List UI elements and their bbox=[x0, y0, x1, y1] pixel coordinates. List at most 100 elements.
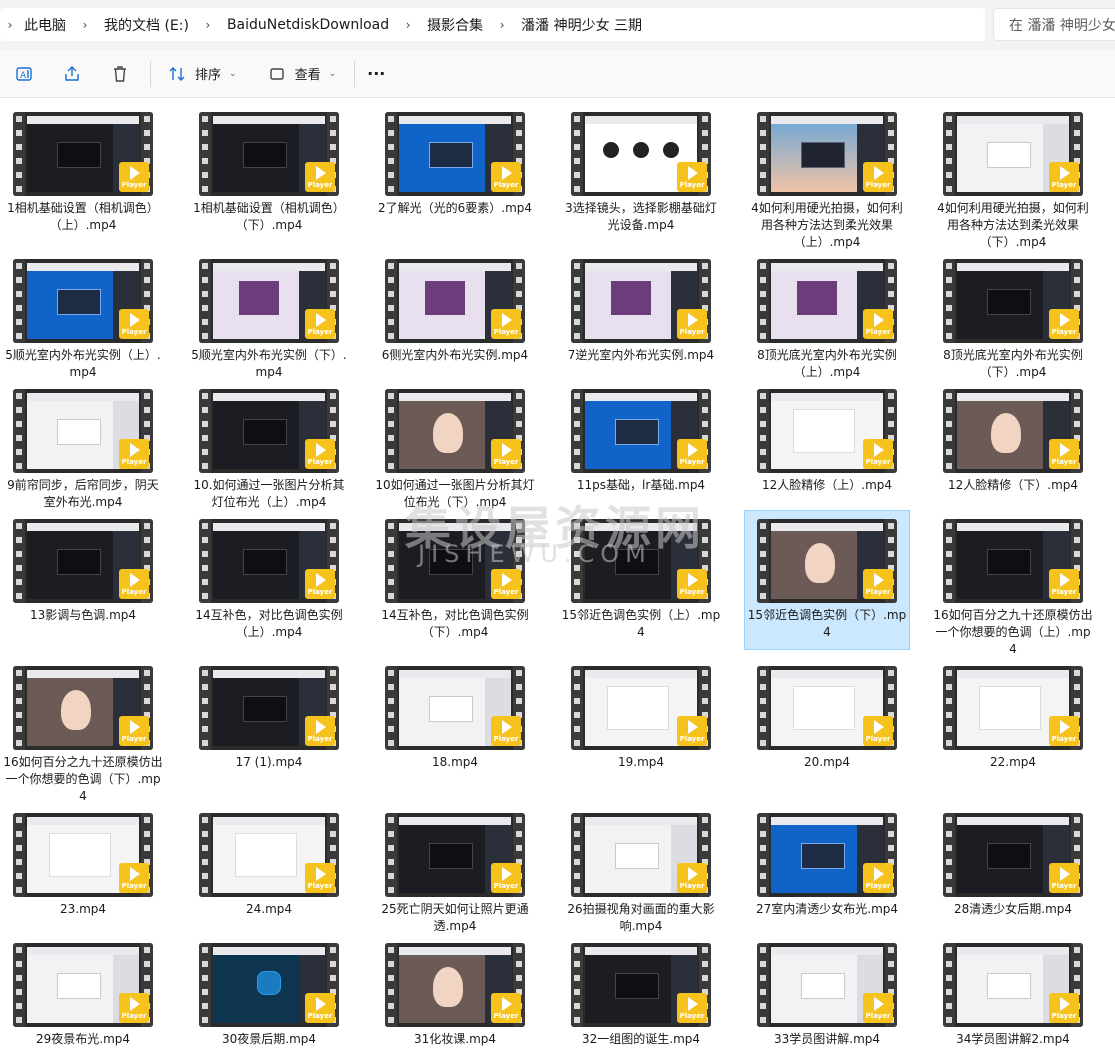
breadcrumb-current-folder[interactable]: 潘潘 神明少女 三期 bbox=[517, 15, 646, 35]
player-badge-label: Player bbox=[865, 327, 891, 336]
delete-icon[interactable] bbox=[108, 62, 132, 86]
file-item[interactable]: Player 1相机基础设置（相机调色）（上）.mp4 bbox=[0, 103, 166, 243]
player-badge-label: Player bbox=[121, 180, 147, 189]
file-item[interactable]: Player 32一组图的诞生.mp4 bbox=[558, 934, 724, 1063]
video-thumbnail: Player bbox=[757, 943, 897, 1027]
breadcrumb-drive[interactable]: 我的文档 (E:) bbox=[100, 15, 193, 35]
chevron-right-icon[interactable]: › bbox=[393, 18, 423, 32]
file-item[interactable]: Player 26拍摄视角对画面的重大影响.mp4 bbox=[558, 804, 724, 944]
file-item[interactable]: Player 1相机基础设置（相机调色）（下）.mp4 bbox=[186, 103, 352, 243]
file-item[interactable]: Player 20.mp4 bbox=[744, 657, 910, 797]
file-item[interactable]: Player 30夜景后期.mp4 bbox=[186, 934, 352, 1063]
film-strip-icon bbox=[757, 389, 769, 473]
file-item[interactable]: Player 19.mp4 bbox=[558, 657, 724, 797]
video-thumbnail: Player bbox=[571, 666, 711, 750]
file-item[interactable]: Player 4如何利用硬光拍摄，如何利用各种方法达到柔光效果（下）.mp4 bbox=[930, 103, 1096, 249]
file-item[interactable]: Player 9前帘同步，后帘同步，阴天室外布光.mp4 bbox=[0, 380, 166, 520]
chevron-right-icon[interactable]: › bbox=[0, 18, 20, 32]
file-item[interactable]: Player 27室内清透少女布光.mp4 bbox=[744, 804, 910, 944]
file-item[interactable]: Player 33学员图讲解.mp4 bbox=[744, 934, 910, 1063]
file-item[interactable]: Player 24.mp4 bbox=[186, 804, 352, 944]
play-icon bbox=[874, 312, 884, 327]
file-item[interactable]: Player 22.mp4 bbox=[930, 657, 1096, 797]
file-item[interactable]: Player 23.mp4 bbox=[0, 804, 166, 944]
video-thumbnail: Player bbox=[199, 943, 339, 1027]
chevron-right-icon[interactable]: › bbox=[70, 18, 100, 32]
video-thumbnail: Player bbox=[385, 112, 525, 196]
view-button[interactable]: 查看 ⌄ bbox=[265, 62, 336, 86]
file-item[interactable]: Player 31化妆课.mp4 bbox=[372, 934, 538, 1063]
play-icon bbox=[1060, 866, 1070, 881]
file-item[interactable]: Player 5顺光室内外布光实例（下）.mp4 bbox=[186, 250, 352, 390]
file-item[interactable]: Player 5顺光室内外布光实例（上）.mp4 bbox=[0, 250, 166, 390]
file-item[interactable]: Player 10如何通过一张图片分析其灯位布光（下）.mp4 bbox=[372, 380, 538, 520]
player-badge: Player bbox=[1049, 439, 1079, 469]
file-item[interactable]: Player 34学员图讲解2.mp4 bbox=[930, 934, 1096, 1063]
file-item[interactable]: Player 6侧光室内外布光实例.mp4 bbox=[372, 250, 538, 390]
file-item[interactable]: Player 8顶光底光室内外布光实例（上）.mp4 bbox=[744, 250, 910, 390]
more-options-button[interactable]: ··· bbox=[367, 64, 385, 83]
player-badge: Player bbox=[119, 162, 149, 192]
breadcrumb-this-pc[interactable]: 此电脑 bbox=[20, 15, 70, 35]
sort-button[interactable]: 排序 ⌄ bbox=[165, 62, 237, 86]
file-item[interactable]: Player 15邻近色调色实例（下）.mp4 bbox=[744, 510, 910, 650]
play-icon bbox=[502, 572, 512, 587]
play-icon bbox=[874, 866, 884, 881]
view-icon bbox=[265, 62, 289, 86]
film-strip-icon bbox=[571, 813, 583, 897]
film-strip-icon bbox=[13, 112, 25, 196]
video-thumbnail: Player bbox=[571, 813, 711, 897]
file-name: 15邻近色调色实例（上）.mp4 bbox=[561, 608, 721, 639]
video-thumbnail: Player bbox=[757, 666, 897, 750]
rename-icon[interactable]: A bbox=[12, 62, 36, 86]
play-icon bbox=[688, 572, 698, 587]
player-badge-label: Player bbox=[121, 1011, 147, 1020]
video-thumbnail: Player bbox=[13, 112, 153, 196]
file-item[interactable]: Player 8顶光底光室内外布光实例（下）.mp4 bbox=[930, 250, 1096, 390]
chevron-right-icon[interactable]: › bbox=[193, 18, 223, 32]
player-badge: Player bbox=[305, 569, 335, 599]
player-badge: Player bbox=[305, 993, 335, 1023]
film-strip-icon bbox=[943, 112, 955, 196]
player-badge-label: Player bbox=[1051, 1011, 1077, 1020]
film-strip-icon bbox=[943, 813, 955, 897]
file-name: 6侧光室内外布光实例.mp4 bbox=[381, 348, 529, 362]
chevron-right-icon[interactable]: › bbox=[487, 18, 517, 32]
file-item[interactable]: Player 12人脸精修（下）.mp4 bbox=[930, 380, 1096, 520]
sort-icon bbox=[165, 62, 189, 86]
video-thumbnail: Player bbox=[757, 813, 897, 897]
share-icon[interactable] bbox=[60, 62, 84, 86]
file-item[interactable]: Player 3选择镜头，选择影棚基础灯光设备.mp4 bbox=[558, 103, 724, 243]
file-name: 22.mp4 bbox=[989, 755, 1037, 769]
file-item[interactable]: Player 17 (1).mp4 bbox=[186, 657, 352, 797]
file-item[interactable]: Player 12人脸精修（上）.mp4 bbox=[744, 380, 910, 520]
file-item[interactable]: Player 25死亡阴天如何让照片更通透.mp4 bbox=[372, 804, 538, 944]
file-item[interactable]: Player 7逆光室内外布光实例.mp4 bbox=[558, 250, 724, 390]
file-item[interactable]: Player 16如何百分之九十还原模仿出一个你想要的色调（上）.mp4 bbox=[930, 510, 1096, 656]
file-item[interactable]: Player 10.如何通过一张图片分析其灯位布光（上）.mp4 bbox=[186, 380, 352, 520]
breadcrumb[interactable]: › 此电脑 › 我的文档 (E:) › BaiduNetdiskDownload… bbox=[0, 8, 985, 41]
search-input[interactable]: 在 潘潘 神明少女 三期 中搜索 bbox=[993, 8, 1115, 41]
file-item[interactable]: Player 28清透少女后期.mp4 bbox=[930, 804, 1096, 944]
file-item[interactable]: Player 11ps基础，lr基础.mp4 bbox=[558, 380, 724, 520]
play-icon bbox=[688, 866, 698, 881]
film-strip-icon bbox=[571, 943, 583, 1027]
file-item[interactable]: Player 15邻近色调色实例（上）.mp4 bbox=[558, 510, 724, 650]
file-item[interactable]: Player 13影调与色调.mp4 bbox=[0, 510, 166, 650]
play-icon bbox=[688, 996, 698, 1011]
file-item[interactable]: Player 18.mp4 bbox=[372, 657, 538, 797]
player-badge: Player bbox=[863, 439, 893, 469]
file-item[interactable]: Player 16如何百分之九十还原模仿出一个你想要的色调（下）.mp4 bbox=[0, 657, 166, 803]
file-item[interactable]: Player 14互补色，对比色调色实例（上）.mp4 bbox=[186, 510, 352, 650]
file-name: 23.mp4 bbox=[59, 902, 107, 916]
video-thumbnail: Player bbox=[943, 259, 1083, 343]
file-item[interactable]: Player 4如何利用硬光拍摄，如何利用各种方法达到柔光效果（上）.mp4 bbox=[744, 103, 910, 249]
player-badge: Player bbox=[1049, 309, 1079, 339]
file-item[interactable]: Player 29夜景布光.mp4 bbox=[0, 934, 166, 1063]
file-item[interactable]: Player 2了解光（光的6要素）.mp4 bbox=[372, 103, 538, 243]
breadcrumb-collection-folder[interactable]: 摄影合集 bbox=[423, 15, 487, 35]
breadcrumb-download-folder[interactable]: BaiduNetdiskDownload bbox=[223, 17, 393, 33]
film-strip-icon bbox=[943, 519, 955, 603]
file-item[interactable]: Player 14互补色，对比色调色实例（下）.mp4 bbox=[372, 510, 538, 650]
play-icon bbox=[1060, 165, 1070, 180]
